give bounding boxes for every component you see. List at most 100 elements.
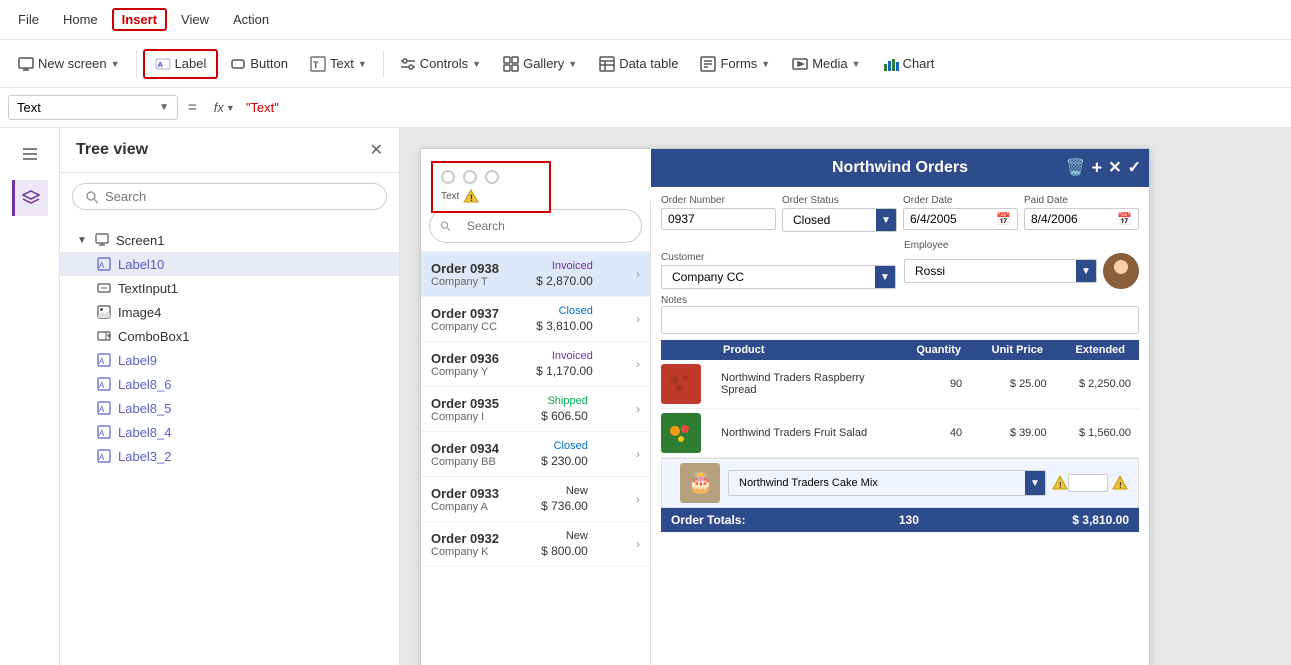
tree-item-image4[interactable]: Image4: [60, 300, 399, 324]
selector-chevron: ▼: [159, 102, 169, 113]
customer-label: Customer: [661, 252, 896, 263]
menu-action[interactable]: Action: [223, 8, 279, 31]
product-row-1[interactable]: Northwind Traders Raspberry Spread 90 $ …: [661, 360, 1139, 409]
chart-button[interactable]: Chart: [873, 51, 945, 77]
controls-label: Controls: [420, 56, 468, 71]
order-status: Invoiced: [552, 260, 593, 272]
data-table-button[interactable]: Data table: [589, 51, 688, 77]
new-product-dropdown[interactable]: Northwind Traders Cake Mix ▼: [728, 470, 1046, 496]
order-date-group: Order Date 6/4/2005 📅: [903, 195, 1018, 232]
tree-item-label: Label9: [118, 353, 157, 368]
menu-insert[interactable]: Insert: [112, 8, 167, 31]
order-status-group: Order Status Closed ▼: [782, 195, 897, 232]
forms-button[interactable]: Forms ▼: [690, 51, 780, 77]
tree-item-combobox1[interactable]: ▾ ComboBox1: [60, 324, 399, 348]
formula-selector[interactable]: Text ▼: [8, 95, 178, 120]
order-status-dropdown-arrow[interactable]: ▼: [876, 209, 896, 231]
selected-element[interactable]: Text !: [431, 161, 551, 213]
order-company: Company CC: [431, 321, 499, 333]
product-row-2[interactable]: Northwind Traders Fruit Salad 40 $ 39.00…: [661, 409, 1139, 458]
textinput-node-icon: [96, 280, 112, 296]
add-icon[interactable]: +: [1092, 158, 1103, 179]
detail-header-actions: 🗑️ + ✕ ✓: [1066, 158, 1141, 179]
tree-item-label: ComboBox1: [118, 329, 190, 344]
order-item-0933[interactable]: Order 0933 Company A New $ 736.00 ›: [421, 477, 650, 522]
totals-amount: $ 3,810.00: [1072, 513, 1129, 527]
tree-item-label3-2[interactable]: A Label3_2: [60, 444, 399, 468]
product-qty-1: 90: [886, 378, 970, 390]
svg-text:!: !: [1119, 481, 1122, 490]
new-product-qty-input[interactable]: [1068, 474, 1108, 492]
search-icon: [85, 190, 99, 204]
menu-home[interactable]: Home: [53, 8, 108, 31]
product-price-2: $ 39.00: [970, 427, 1054, 439]
order-company: Company Y: [431, 366, 499, 378]
order-item-0934[interactable]: Order 0934 Company BB Closed $ 230.00 ›: [421, 432, 650, 477]
app-preview: Text ! Order 0: [420, 148, 1150, 665]
notes-input[interactable]: [661, 306, 1139, 334]
new-screen-chevron: ▼: [111, 59, 120, 69]
label-node-icon4: A: [96, 400, 112, 416]
order-date-input[interactable]: 6/4/2005 📅: [903, 208, 1018, 230]
order-amount: $ 230.00: [541, 454, 588, 468]
label-button[interactable]: A Label: [143, 49, 219, 79]
order-item-0935[interactable]: Order 0935 Company I Shipped $ 606.50 ›: [421, 387, 650, 432]
notes-label: Notes: [661, 295, 1139, 306]
text-toolbar-btn[interactable]: T Text ▼: [300, 51, 377, 77]
sidebar-menu-icon[interactable]: [12, 136, 48, 172]
employee-dropdown-arrow[interactable]: ▼: [1076, 260, 1096, 282]
formula-fx-button[interactable]: fx ▼: [207, 97, 242, 118]
paid-date-input[interactable]: 8/4/2006 📅: [1024, 208, 1139, 230]
menu-view[interactable]: View: [171, 8, 219, 31]
sidebar-layers-icon[interactable]: [12, 180, 48, 216]
new-product-arrow[interactable]: ▼: [1025, 470, 1045, 496]
customer-dropdown-arrow[interactable]: ▼: [875, 266, 895, 288]
svg-text:A: A: [99, 453, 105, 462]
order-item-0936[interactable]: Order 0936 Company Y Invoiced $ 1,170.00…: [421, 342, 650, 387]
tree-item-label: Label3_2: [118, 449, 172, 464]
tree-close-button[interactable]: ✕: [370, 140, 383, 160]
tree-item-label10[interactable]: A Label10: [60, 252, 399, 276]
media-button[interactable]: Media ▼: [782, 51, 870, 77]
warning-icon-3: !: [1112, 475, 1128, 491]
search-input[interactable]: [105, 189, 374, 204]
data-table-icon: [599, 56, 615, 72]
svg-text:A: A: [99, 429, 105, 438]
new-product-row: 🎂 Northwind Traders Cake Mix ▼ !: [661, 458, 1139, 508]
order-item-0938[interactable]: Order 0938 Company T Invoiced $ 2,870.00…: [421, 252, 650, 297]
toolbar-sep-1: [136, 50, 137, 78]
totals-qty: 130: [899, 513, 919, 527]
tree-item-label9[interactable]: A Label9: [60, 348, 399, 372]
warning-icon: !: [463, 188, 479, 204]
svg-text:A: A: [99, 405, 105, 414]
forms-label: Forms: [720, 56, 757, 71]
orders-search-input[interactable]: [457, 214, 631, 238]
data-table-label: Data table: [619, 56, 678, 71]
new-product-input-group: Northwind Traders Cake Mix ▼ !: [728, 470, 1068, 496]
button-toolbar-btn[interactable]: Button: [220, 51, 298, 77]
employee-input[interactable]: Rossi ▼: [904, 259, 1097, 283]
order-status-input[interactable]: Closed ▼: [782, 208, 897, 232]
customer-input[interactable]: Company CC ▼: [661, 265, 896, 289]
order-item-0937[interactable]: Order 0937 Company CC Closed $ 3,810.00 …: [421, 297, 650, 342]
gallery-button[interactable]: Gallery ▼: [493, 51, 587, 77]
order-number-group: Order Number 0937: [661, 195, 776, 232]
tree-item-label8-5[interactable]: A Label8_5: [60, 396, 399, 420]
handle-1: [441, 170, 455, 184]
tree-item-label8-6[interactable]: A Label8_6: [60, 372, 399, 396]
tree-item-label8-4[interactable]: A Label8_4: [60, 420, 399, 444]
tree-item-screen1[interactable]: ▼ Screen1: [60, 228, 399, 252]
calendar-icon2: 📅: [1117, 212, 1132, 226]
menu-file[interactable]: File: [8, 8, 49, 31]
delete-icon[interactable]: 🗑️: [1066, 158, 1086, 179]
order-item-0932[interactable]: Order 0932 Company K New $ 800.00 ›: [421, 522, 650, 567]
product-price-1: $ 25.00: [970, 378, 1054, 390]
check-icon[interactable]: ✓: [1128, 158, 1141, 179]
new-screen-button[interactable]: New screen ▼: [8, 51, 130, 77]
close-icon[interactable]: ✕: [1108, 158, 1121, 179]
forms-icon: [700, 56, 716, 72]
controls-button[interactable]: Controls ▼: [390, 51, 491, 77]
tree-item-textinput1[interactable]: TextInput1: [60, 276, 399, 300]
paid-date-label: Paid Date: [1024, 195, 1139, 206]
chart-icon: [883, 56, 899, 72]
